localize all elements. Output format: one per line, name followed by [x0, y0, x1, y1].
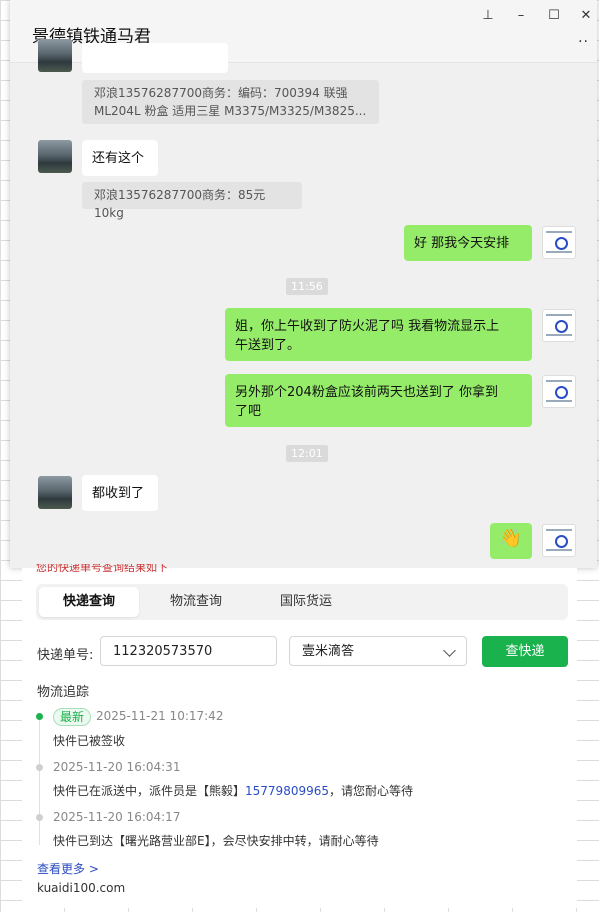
quote-line: ML204L 粉盒 适用三星 M3375/M3325/M3825...	[94, 104, 367, 118]
quote-block[interactable]: 邓浪13576287700商务：85元 10kg	[82, 182, 302, 220]
my-avatar[interactable]	[542, 375, 576, 408]
maximize-icon[interactable]: ☐	[545, 7, 563, 25]
event-time: 2025-11-20 16:04:31	[53, 760, 181, 774]
timeline-dot	[36, 764, 43, 771]
tracking-number-label: 快递单号:	[37, 648, 94, 663]
message-bubble[interactable]: 另外那个204粉盒应该前两天也送到了 你拿到 了吧	[225, 374, 532, 427]
event-text: 快件已被签收	[53, 734, 126, 748]
tracking-number-input[interactable]: 112320573570	[100, 636, 277, 666]
tab-express[interactable]: 快递查询	[39, 587, 139, 617]
timestamp: 12:01	[286, 445, 328, 462]
emoji-message[interactable]: 👋	[490, 523, 532, 559]
event-text-part: ，请您耐心等待	[329, 784, 414, 798]
site-domain: kuaidi100.com	[37, 881, 126, 895]
query-tabs: 快递查询 物流查询 国际货运	[36, 584, 568, 620]
courier-phone-link[interactable]: 15779809965	[245, 784, 329, 798]
message-bubble[interactable]: 都收到了	[82, 475, 158, 511]
tracking-title: 物流追踪	[37, 685, 90, 700]
timeline-line	[39, 717, 40, 845]
carrier-selected-value: 壹米滴答	[302, 644, 355, 659]
my-avatar[interactable]	[542, 524, 576, 557]
close-icon[interactable]: ✕	[577, 7, 595, 25]
event-time: 2025-11-20 16:04:17	[53, 810, 181, 824]
event-text: 快件已在派送中，派件员是【熊毅】15779809965，请您耐心等待	[53, 782, 413, 799]
my-avatar[interactable]	[542, 226, 576, 259]
more-options-icon[interactable]: ··	[578, 34, 589, 50]
event-text: 快件已到达【曙光路营业部E】，会尽快安排中转，请耐心等待	[53, 834, 379, 848]
contact-avatar[interactable]	[38, 39, 72, 72]
timeline-dot-latest	[36, 713, 43, 720]
message-line: 了吧	[235, 404, 262, 419]
message-bubble[interactable]: 好 那我今天安排	[404, 225, 532, 261]
contact-avatar[interactable]	[38, 476, 72, 509]
message-bubble-cut	[82, 43, 228, 73]
timeline-dot	[36, 814, 43, 821]
message-bubble[interactable]: 姐，你上午收到了防火泥了吗 我看物流显示上 午送到了。	[225, 308, 532, 361]
message-line: 另外那个204粉盒应该前两天也送到了 你拿到	[235, 385, 498, 400]
express-query-panel: 您的快递单号查询结果如下 快递查询 物流查询 国际货运 快递单号: 112320…	[22, 564, 577, 908]
event-time: 2025-11-21 10:17:42	[96, 709, 224, 723]
message-list: 邓浪13576287700商务：编码：700394 联强 ML204L 粉盒 适…	[10, 39, 597, 568]
message-line: 姐，你上午收到了防火泥了吗 我看物流显示上	[235, 319, 500, 334]
minimize-icon[interactable]: –	[512, 7, 530, 25]
chat-window: 景德镇铁通马君 ⊥ – ☐ ✕ ·· 邓浪13576287700商务：编码：70…	[10, 0, 597, 568]
tab-logistics[interactable]: 物流查询	[146, 587, 246, 617]
contact-avatar[interactable]	[38, 140, 72, 173]
message-bubble[interactable]: 还有这个	[82, 140, 158, 176]
cut-text-strip: 您的快递单号查询结果如下	[36, 564, 168, 572]
carrier-select[interactable]: 壹米滴答	[289, 636, 467, 666]
pin-icon[interactable]: ⊥	[479, 7, 497, 25]
quote-line: 邓浪13576287700商务：编码：700394 联强	[94, 86, 348, 100]
event-text-part: 快件已在派送中，派件员是【熊毅】	[53, 784, 246, 798]
latest-badge: 最新	[53, 708, 92, 726]
tab-international[interactable]: 国际货运	[256, 587, 356, 617]
see-more-link[interactable]: 查看更多 >	[37, 860, 99, 877]
chevron-down-icon	[443, 644, 456, 657]
my-avatar[interactable]	[542, 309, 576, 342]
timestamp: 11:56	[286, 278, 328, 295]
quote-block[interactable]: 邓浪13576287700商务：编码：700394 联强 ML204L 粉盒 适…	[82, 80, 379, 124]
query-button[interactable]: 查快递	[482, 636, 568, 667]
message-line: 午送到了。	[235, 338, 301, 353]
